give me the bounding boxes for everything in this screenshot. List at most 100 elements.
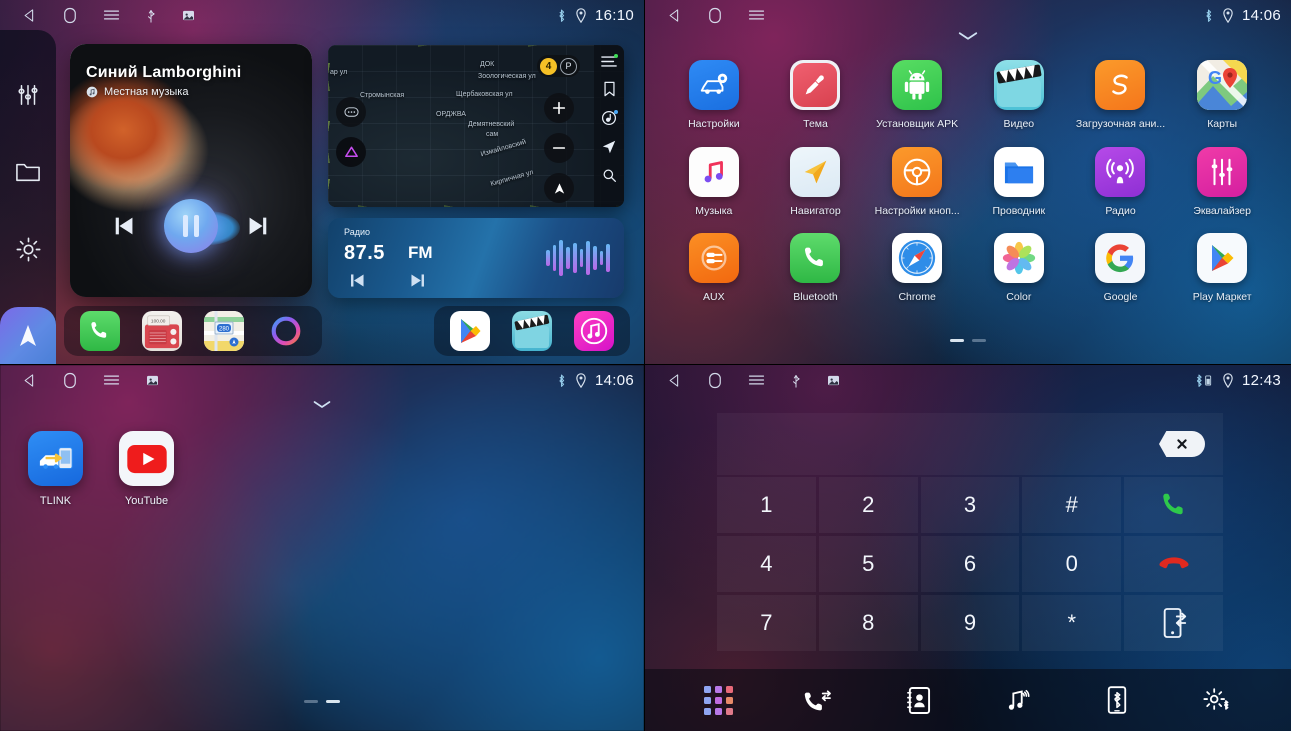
radio-prev-button[interactable] [348, 271, 367, 290]
screenshot-icon[interactable] [182, 10, 195, 21]
page-dot-2[interactable] [972, 339, 986, 342]
home-icon[interactable] [63, 372, 77, 389]
page-indicator[interactable] [645, 339, 1291, 342]
dial-key-8[interactable]: 8 [818, 595, 918, 651]
toolbar-keypad-button[interactable] [694, 680, 744, 720]
music-disc-icon[interactable] [601, 110, 618, 126]
app-item-bluetooth[interactable]: Bluetooth [765, 229, 867, 303]
app-item-aux[interactable]: AUX [663, 229, 765, 303]
alice-icon[interactable] [336, 137, 366, 167]
dial-key-1[interactable]: 1 [717, 477, 816, 533]
sidebar-item-files[interactable] [14, 160, 42, 184]
toolbar-contacts-button[interactable] [893, 680, 943, 720]
map-widget[interactable]: ар ул Зоологическая ул Щербаковская ул Д… [328, 45, 624, 207]
dial-key-hash[interactable]: # [1022, 477, 1122, 533]
dock-item-video[interactable] [512, 311, 552, 351]
app-item-color[interactable]: Color [968, 229, 1070, 303]
page-indicator[interactable] [0, 700, 644, 703]
home-icon[interactable] [708, 7, 722, 24]
app-item-equalizer[interactable]: Эквалайзер [1171, 143, 1273, 217]
dial-key-9[interactable]: 9 [920, 595, 1020, 651]
home-item-youtube[interactable]: YouTube [119, 431, 174, 507]
toolbar-bt-settings-button[interactable] [1192, 680, 1242, 720]
hangup-button[interactable] [1124, 536, 1223, 592]
app-item-button-settings[interactable]: Настройки кноп... [866, 143, 968, 217]
toolbar-bt-music-button[interactable] [993, 680, 1043, 720]
recents-icon[interactable] [103, 8, 120, 22]
dock-item-maps[interactable]: 280 [204, 311, 244, 351]
app-item-play-market[interactable]: Play Маркет [1171, 229, 1273, 303]
search-icon[interactable] [602, 168, 617, 183]
recents-icon[interactable] [103, 373, 120, 387]
screenshot-icon[interactable] [146, 375, 159, 386]
back-icon[interactable] [667, 373, 682, 388]
chevron-down-icon[interactable] [312, 399, 332, 410]
app-item-music[interactable]: Музыка [663, 143, 765, 217]
call-button[interactable] [1124, 477, 1223, 533]
app-item-theme[interactable]: Тема [765, 56, 867, 130]
app-item-chrome[interactable]: Chrome [866, 229, 968, 303]
zoom-in-button[interactable] [544, 93, 574, 123]
prev-track-button[interactable] [112, 213, 138, 239]
call-transfer-button[interactable] [1124, 595, 1223, 651]
toolbar-call-log-button[interactable] [793, 680, 843, 720]
speech-bubble-icon[interactable] [336, 97, 366, 127]
home-icon[interactable] [63, 7, 77, 24]
chevron-down-icon[interactable] [957, 30, 979, 42]
pull-handle[interactable] [645, 30, 1291, 42]
app-item-settings[interactable]: Настройки [663, 56, 765, 130]
backspace-icon[interactable] [1159, 431, 1205, 457]
sidebar-item-settings[interactable] [15, 236, 42, 263]
play-pause-button[interactable] [164, 199, 218, 253]
app-item-maps[interactable]: G Карты [1171, 56, 1273, 130]
app-item-video[interactable]: Видео [968, 56, 1070, 130]
dialed-number-display[interactable] [717, 413, 1223, 475]
dial-key-2[interactable]: 2 [818, 477, 918, 533]
recents-icon[interactable] [748, 8, 765, 22]
app-item-radio[interactable]: Радио [1070, 143, 1172, 217]
dock-item-radio[interactable]: 100.00 [142, 311, 182, 351]
sidebar-item-equalizer[interactable] [15, 82, 41, 108]
back-icon[interactable] [22, 8, 37, 23]
bookmark-icon[interactable] [603, 81, 616, 97]
home-item-tlink[interactable]: TLINK [28, 431, 83, 507]
dial-key-4[interactable]: 4 [717, 536, 816, 592]
screenshot-icon[interactable] [827, 375, 840, 386]
page-dot-2[interactable] [326, 700, 340, 703]
map-traffic-badges[interactable]: 4 P [537, 55, 580, 77]
radio-widget[interactable]: Радио 87.5 FM [328, 218, 624, 298]
app-item-google[interactable]: Google [1070, 229, 1172, 303]
now-playing-card[interactable]: Синий Lamborghini Местная музыка [70, 44, 312, 297]
dock-item-play-store[interactable] [450, 311, 490, 351]
dial-key-6[interactable]: 6 [920, 536, 1020, 592]
app-item-apk-installer[interactable]: Установщик APK [866, 56, 968, 130]
pull-handle[interactable] [0, 399, 644, 410]
dial-key-3[interactable]: 3 [920, 477, 1020, 533]
next-track-button[interactable] [244, 213, 270, 239]
toolbar-bt-device-button[interactable] [1092, 680, 1142, 720]
back-icon[interactable] [667, 8, 682, 23]
dial-key-0[interactable]: 0 [1022, 536, 1122, 592]
bluetooth-music-icon [1004, 686, 1032, 714]
radio-next-button[interactable] [408, 271, 427, 290]
dock-item-music[interactable] [574, 311, 614, 351]
sidebar-item-navigation[interactable] [0, 307, 56, 364]
bluetooth-icon [1203, 8, 1214, 23]
recents-icon[interactable] [748, 373, 765, 387]
compass-icon[interactable] [544, 173, 574, 203]
page-dot-1[interactable] [950, 339, 964, 342]
navigate-icon[interactable] [601, 139, 617, 155]
zoom-out-button[interactable] [544, 133, 574, 163]
home-icon[interactable] [708, 372, 722, 389]
dial-key-5[interactable]: 5 [818, 536, 918, 592]
app-item-file-manager[interactable]: Проводник [968, 143, 1070, 217]
page-dot-1[interactable] [304, 700, 318, 703]
dial-key-star[interactable]: * [1022, 595, 1122, 651]
app-item-navigator[interactable]: Навигатор [765, 143, 867, 217]
back-icon[interactable] [22, 373, 37, 388]
dock-item-assistant[interactable] [266, 311, 306, 351]
dock-item-phone[interactable] [80, 311, 120, 351]
menu-icon[interactable] [601, 54, 618, 68]
app-item-boot-animation[interactable]: Загрузочная ани... [1070, 56, 1172, 130]
dial-key-7[interactable]: 7 [717, 595, 816, 651]
